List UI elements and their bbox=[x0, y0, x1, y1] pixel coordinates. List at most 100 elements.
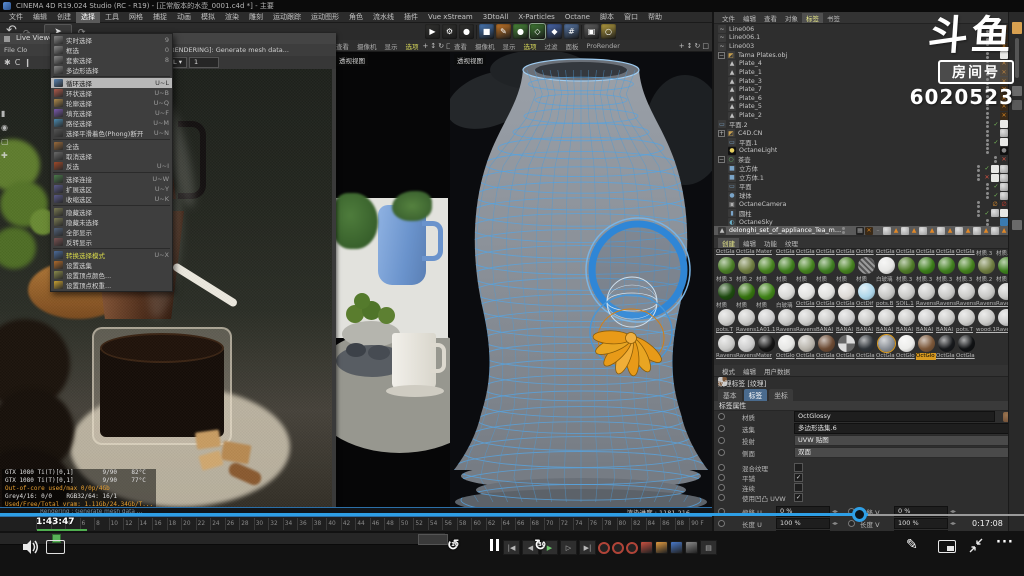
dot-top[interactable] bbox=[977, 210, 980, 213]
tag-w-icon[interactable] bbox=[1000, 209, 1008, 217]
go-to-end-button[interactable]: ▶| bbox=[579, 540, 596, 555]
lv-tool-icon-3[interactable]: ❙ bbox=[24, 58, 31, 67]
dot-top[interactable] bbox=[986, 147, 989, 150]
menu-item-取消选择[interactable]: 取消选择 bbox=[51, 151, 172, 161]
mograph-array-icon[interactable]: ◇ bbox=[530, 24, 545, 39]
tag-t-icon[interactable]: ▲ bbox=[982, 227, 990, 235]
material-label[interactable]: OctGla bbox=[836, 249, 856, 256]
tab-标签[interactable]: 标签 bbox=[744, 389, 768, 401]
tag-w-icon[interactable] bbox=[1000, 120, 1008, 128]
tag-w-icon[interactable] bbox=[991, 165, 999, 173]
lv-region-icon[interactable]: ▢ bbox=[1, 137, 9, 146]
viewport-menu-显示[interactable]: 显示 bbox=[381, 41, 402, 51]
material-swatch[interactable] bbox=[796, 308, 816, 327]
material-label[interactable]: OctGla bbox=[896, 249, 916, 256]
material-field[interactable]: OctGlossy bbox=[794, 411, 995, 422]
dot-top[interactable] bbox=[977, 201, 980, 204]
visibility-dots[interactable] bbox=[994, 156, 997, 163]
viewport-menu-查看[interactable]: 查看 bbox=[450, 41, 471, 51]
material-label[interactable]: OctGla bbox=[856, 353, 876, 360]
attr-menu-用户数据[interactable]: 用户数据 bbox=[760, 366, 794, 376]
visibility-dots[interactable] bbox=[986, 121, 989, 128]
lv-tool-icon-1[interactable]: ✱ bbox=[4, 58, 11, 67]
tag-t-icon[interactable]: ▲ bbox=[1000, 227, 1008, 235]
go-to-start-button[interactable]: |◀ bbox=[503, 540, 520, 555]
material-label[interactable]: 材质.3 bbox=[716, 275, 736, 282]
tag-x-icon[interactable]: ✕ bbox=[1000, 112, 1008, 120]
record-button-0[interactable] bbox=[598, 542, 610, 554]
material-label[interactable]: Ravens bbox=[936, 301, 956, 308]
om-menu-编辑[interactable]: 编辑 bbox=[739, 13, 760, 23]
material-menu-创建[interactable]: 创建 bbox=[718, 238, 739, 248]
material-label[interactable]: 材质 bbox=[756, 301, 776, 308]
menu-item-隐藏未选择[interactable]: 隐藏未选择 bbox=[51, 217, 172, 227]
material-label[interactable]: OctGla bbox=[796, 353, 816, 360]
forward-30-button[interactable]: ↻30 bbox=[534, 536, 547, 554]
material-swatch[interactable] bbox=[916, 334, 936, 353]
tab-基本[interactable]: 基本 bbox=[718, 389, 742, 401]
material-label[interactable]: SOIL.1 bbox=[896, 301, 916, 308]
pip-icon[interactable] bbox=[938, 540, 956, 553]
tag-t-icon[interactable]: ▲ bbox=[964, 227, 972, 235]
material-label[interactable]: BANAI bbox=[876, 327, 896, 334]
visibility-dots[interactable] bbox=[986, 130, 989, 137]
material-label[interactable]: OctMe bbox=[856, 249, 876, 256]
material-label[interactable]: 材质 bbox=[836, 275, 856, 282]
object-row-Plate_2[interactable]: ▲Plate_2✕ bbox=[714, 111, 1010, 120]
material-swatch[interactable] bbox=[776, 334, 796, 353]
material-label[interactable]: OctGla bbox=[796, 249, 816, 256]
menu-item-套索选择[interactable]: 套索选择8 bbox=[51, 55, 172, 65]
spline-pen-icon[interactable]: ✎ bbox=[496, 24, 511, 39]
lv-tool-icon-2[interactable]: C bbox=[15, 58, 21, 67]
timeline-ruler[interactable]: 0246810121416182022242628303234363840424… bbox=[0, 517, 712, 532]
viewport-menu-选项[interactable]: 选项 bbox=[520, 41, 541, 51]
keyframe-toggle-3[interactable] bbox=[685, 541, 698, 554]
keyframe-selection-button[interactable]: ▤ bbox=[700, 540, 717, 555]
dot-bottom[interactable] bbox=[842, 231, 845, 234]
material-label[interactable]: BANAI bbox=[896, 327, 916, 334]
menubar-item-脚本[interactable]: 脚本 bbox=[595, 12, 619, 23]
dolly-icon[interactable]: ↕ bbox=[687, 40, 693, 52]
keyframe-toggle-2[interactable] bbox=[670, 541, 683, 554]
viewport-menu-面板[interactable]: 面板 bbox=[562, 41, 583, 51]
menubar-item-流水线[interactable]: 流水线 bbox=[368, 12, 399, 23]
menu-item-全选[interactable]: 全选 bbox=[51, 141, 172, 151]
material-label[interactable]: OctGla bbox=[916, 249, 936, 256]
tag-s-icon[interactable] bbox=[991, 227, 999, 235]
tag-s-icon[interactable] bbox=[991, 209, 999, 217]
rotate-icon[interactable]: ↻ bbox=[438, 40, 444, 52]
object-row-球体[interactable]: ●球体✓ bbox=[714, 191, 1010, 200]
menubar-item-窗口[interactable]: 窗口 bbox=[619, 12, 643, 23]
visibility-dots[interactable] bbox=[977, 165, 980, 172]
tv-mode-icon[interactable] bbox=[46, 540, 65, 554]
menu-item-实时选择[interactable]: 实时选择9 bbox=[51, 35, 172, 45]
object-row-OctaneSky[interactable]: ◐OctaneSky bbox=[714, 218, 1010, 227]
tag-s-icon[interactable] bbox=[937, 227, 945, 235]
seamless-checkbox[interactable] bbox=[794, 483, 803, 492]
material-swatch[interactable] bbox=[776, 282, 796, 301]
visibility-dots[interactable] bbox=[842, 227, 845, 234]
menu-item-选择连接[interactable]: 选择连接U~W bbox=[51, 174, 172, 184]
material-swatch[interactable] bbox=[856, 282, 876, 301]
material-swatch[interactable] bbox=[936, 308, 956, 327]
material-label[interactable]: 白玻璃 bbox=[776, 301, 796, 308]
menubar-item-Octane[interactable]: Octane bbox=[560, 12, 595, 23]
more-options-icon[interactable]: ··· bbox=[996, 535, 1014, 550]
tag-s-icon[interactable] bbox=[955, 227, 963, 235]
viewport-menu-摄像机[interactable]: 摄像机 bbox=[353, 41, 381, 51]
tag-o-icon[interactable]: ∅ bbox=[991, 200, 999, 208]
menubar-item-工具[interactable]: 工具 bbox=[100, 12, 124, 23]
menu-item-框选[interactable]: 框选0 bbox=[51, 45, 172, 55]
material-label[interactable]: BANAI bbox=[816, 327, 836, 334]
material-swatch[interactable] bbox=[896, 308, 916, 327]
tag-t-icon[interactable]: ▲ bbox=[892, 227, 900, 235]
dot-bottom[interactable] bbox=[986, 143, 989, 146]
material-label[interactable]: 1A01.1 bbox=[756, 327, 776, 334]
dot-top[interactable] bbox=[986, 121, 989, 124]
material-label[interactable]: 材质 bbox=[776, 275, 796, 282]
material-swatch[interactable] bbox=[836, 282, 856, 301]
object-row-delonghi_set_of_appliance_Tea_maker_1[interactable]: ▲delonghi_set_of_appliance_Tea_maker_1▦✕… bbox=[714, 226, 1010, 235]
material-swatch[interactable] bbox=[756, 334, 776, 353]
material-label[interactable]: 材质.3 bbox=[896, 275, 916, 282]
material-label[interactable]: OctGla bbox=[956, 353, 976, 360]
